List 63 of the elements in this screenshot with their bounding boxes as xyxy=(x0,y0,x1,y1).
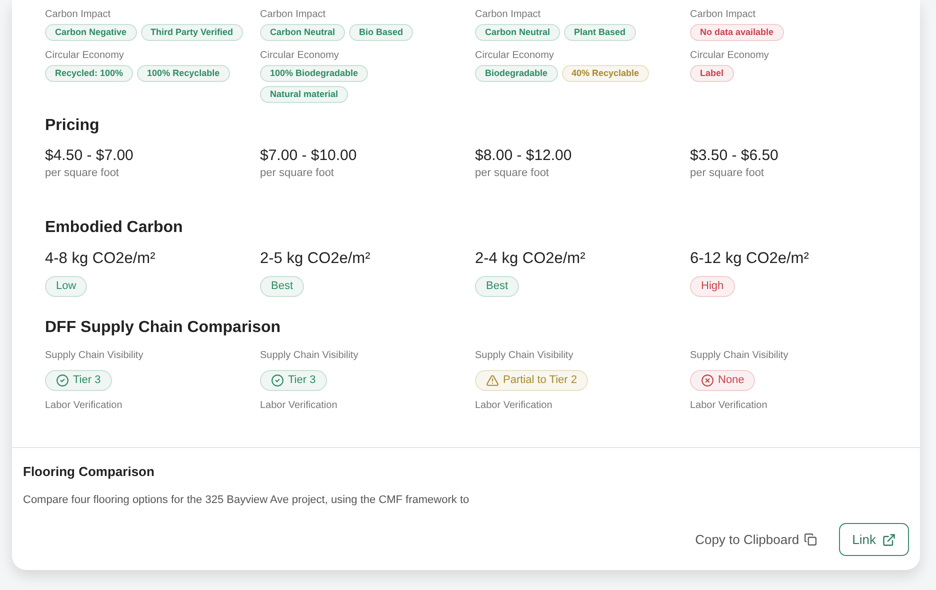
x-circle-icon xyxy=(701,374,714,387)
carbon-value: 2-4 kg CO2e/m² xyxy=(475,249,586,269)
link-button[interactable]: Link xyxy=(839,523,909,556)
section-heading: Embodied Carbon xyxy=(45,219,184,237)
tag: 40% Recyclable xyxy=(562,65,650,82)
field-label: Labor Verification xyxy=(45,399,124,412)
field-label: Carbon Impact xyxy=(690,8,757,21)
visibility-tag: Partial to Tier 2 xyxy=(475,370,588,391)
tag: Carbon Neutral xyxy=(260,24,346,41)
field-label: Labor Verification xyxy=(690,399,768,412)
tag: Label xyxy=(690,65,734,82)
rating-tag: Low xyxy=(45,276,88,297)
section-heading: DFF Supply Chain Comparison xyxy=(45,319,282,337)
price-unit: per square foot xyxy=(260,167,335,179)
rating-tag: Best xyxy=(475,276,520,297)
visibility-tag: Tier 3 xyxy=(260,370,327,391)
rating-tag: Best xyxy=(260,276,304,297)
price-range: $7.00 - $10.00 xyxy=(260,147,358,165)
field-label: Supply Chain Visibility xyxy=(45,349,144,362)
tag: No data available xyxy=(690,24,784,41)
field-label: Carbon Impact xyxy=(45,8,112,21)
field-label: Circular Economy xyxy=(260,49,340,62)
check-circle-icon xyxy=(271,374,284,387)
carbon-value: 4-8 kg CO2e/m² xyxy=(45,249,156,269)
price-range: $8.00 - $12.00 xyxy=(475,147,573,165)
field-label: Supply Chain Visibility xyxy=(260,349,360,362)
copy-icon xyxy=(804,533,818,546)
section-heading: Pricing xyxy=(45,117,100,135)
field-label: Carbon Impact xyxy=(475,8,542,21)
field-label: Supply Chain Visibility xyxy=(690,349,790,362)
tag: Third Party Verified xyxy=(140,24,244,41)
tag: Biodegradable xyxy=(475,65,558,82)
tag: Plant Based xyxy=(564,24,636,41)
carbon-value: 2-5 kg CO2e/m² xyxy=(260,249,372,269)
field-label: Carbon Impact xyxy=(260,8,327,21)
field-label: Labor Verification xyxy=(260,399,338,412)
footer-title: Flooring Comparison xyxy=(23,464,156,479)
tag: Carbon Neutral xyxy=(475,24,560,41)
tag: Carbon Negative xyxy=(45,24,137,41)
tag: 100% Biodegradable xyxy=(260,65,368,82)
visibility-tag: None xyxy=(690,370,756,391)
footer-description: Compare four flooring options for the 325 Bayview Ave project, using the CMF framework to xyxy=(23,494,470,506)
field-label: Circular Economy xyxy=(690,49,770,62)
field-label: Labor Verification xyxy=(475,399,554,412)
price-range: $3.50 - $6.50 xyxy=(690,147,780,165)
visibility-tag: Tier 3 xyxy=(45,370,112,391)
tag: Natural material xyxy=(260,86,348,103)
carbon-value: 6-12 kg CO2e/m² xyxy=(690,249,810,269)
tag: Recycled: 100% xyxy=(45,65,134,82)
copy-button[interactable]: Copy to Clipboard xyxy=(695,532,818,547)
field-label: Circular Economy xyxy=(475,49,555,62)
check-circle-icon xyxy=(56,374,69,387)
tag: Bio Based xyxy=(349,24,414,41)
price-unit: per square foot xyxy=(45,167,120,179)
tag: 100% Recyclable xyxy=(137,65,230,82)
price-unit: per square foot xyxy=(690,167,765,179)
rating-tag: High xyxy=(690,276,735,297)
warning-icon xyxy=(486,374,499,387)
price-range: $4.50 - $7.00 xyxy=(45,147,134,165)
price-unit: per square foot xyxy=(475,167,550,179)
field-label: Supply Chain Visibility xyxy=(475,349,574,362)
external-link-icon xyxy=(882,532,896,546)
field-label: Circular Economy xyxy=(45,49,125,62)
